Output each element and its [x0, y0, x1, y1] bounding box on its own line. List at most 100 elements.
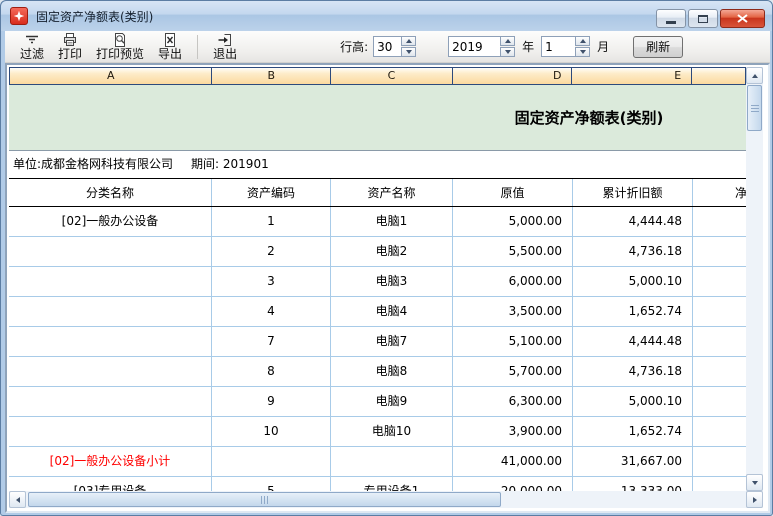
header-category[interactable]: 分类名称: [9, 179, 212, 206]
cell-asset-code[interactable]: 10: [212, 417, 331, 446]
cell-original-value[interactable]: 5,100.00: [453, 327, 573, 356]
title-bar[interactable]: 固定资产净额表(类别): [1, 1, 773, 31]
cell-category[interactable]: [9, 387, 212, 416]
cell-net-value[interactable]: [693, 447, 746, 476]
cell-accumulated-depreciation[interactable]: 1,652.74: [573, 417, 693, 446]
vertical-scroll-thumb[interactable]: [747, 85, 762, 131]
month-down-button[interactable]: [575, 47, 590, 57]
cell-original-value[interactable]: 5,000.00: [453, 207, 573, 236]
horizontal-scrollbar[interactable]: [9, 491, 763, 508]
column-header-a[interactable]: A: [10, 68, 212, 84]
scroll-down-button[interactable]: [746, 474, 763, 491]
cell-category[interactable]: [9, 237, 212, 266]
cell-accumulated-depreciation[interactable]: 5,000.10: [573, 267, 693, 296]
cell-asset-name[interactable]: 专用设备1: [331, 477, 453, 491]
cell-asset-code[interactable]: 9: [212, 387, 331, 416]
cell-asset-code[interactable]: 2: [212, 237, 331, 266]
cell-original-value[interactable]: 5,700.00: [453, 357, 573, 386]
column-header-d[interactable]: D: [453, 68, 573, 84]
close-button[interactable]: [720, 9, 765, 28]
cell-original-value[interactable]: 41,000.00: [453, 447, 573, 476]
cell-category[interactable]: [9, 267, 212, 296]
row-height-input[interactable]: [373, 36, 401, 57]
print-preview-button[interactable]: 打印预览: [89, 31, 151, 62]
export-button[interactable]: 导出: [151, 31, 189, 62]
cell-accumulated-depreciation[interactable]: 31,667.00: [573, 447, 693, 476]
cell-asset-name[interactable]: 电脑3: [331, 267, 453, 296]
cell-asset-name[interactable]: 电脑1: [331, 207, 453, 236]
minimize-button[interactable]: [656, 9, 686, 28]
month-input[interactable]: [541, 36, 575, 57]
scroll-up-button[interactable]: [746, 67, 763, 84]
column-header-e[interactable]: E: [572, 68, 692, 84]
year-down-button[interactable]: [500, 47, 515, 57]
row-height-down-button[interactable]: [401, 47, 416, 57]
cell-category[interactable]: [02]一般办公设备: [9, 207, 212, 236]
vertical-scrollbar[interactable]: [746, 67, 763, 491]
cell-net-value[interactable]: [693, 387, 746, 416]
cell-asset-code[interactable]: 7: [212, 327, 331, 356]
scroll-left-button[interactable]: [9, 491, 26, 508]
cell-net-value[interactable]: [693, 237, 746, 266]
cell-asset-name[interactable]: 电脑4: [331, 297, 453, 326]
header-net-value[interactable]: 净: [693, 179, 746, 206]
cell-asset-code[interactable]: [212, 447, 331, 476]
cell-original-value[interactable]: 3,500.00: [453, 297, 573, 326]
cell-original-value[interactable]: 20,000.00: [453, 477, 573, 491]
header-asset-name[interactable]: 资产名称: [331, 179, 453, 206]
app-icon[interactable]: [10, 7, 28, 25]
cell-original-value[interactable]: 3,900.00: [453, 417, 573, 446]
cell-original-value[interactable]: 6,300.00: [453, 387, 573, 416]
cell-net-value[interactable]: [693, 267, 746, 296]
cell-asset-code[interactable]: 8: [212, 357, 331, 386]
cell-accumulated-depreciation[interactable]: 4,736.18: [573, 357, 693, 386]
cell-category-subtotal[interactable]: [02]一般办公设备小计: [9, 447, 212, 476]
filter-button[interactable]: 过滤: [13, 31, 51, 62]
cell-category[interactable]: [03]专用设备: [9, 477, 212, 491]
cell-category[interactable]: [9, 357, 212, 386]
cell-asset-name[interactable]: 电脑8: [331, 357, 453, 386]
cell-net-value[interactable]: [693, 327, 746, 356]
cell-original-value[interactable]: 5,500.00: [453, 237, 573, 266]
cell-asset-code[interactable]: 3: [212, 267, 331, 296]
cell-category[interactable]: [9, 327, 212, 356]
header-original-value[interactable]: 原值: [453, 179, 573, 206]
scroll-right-button[interactable]: [746, 491, 763, 508]
cell-asset-name[interactable]: 电脑10: [331, 417, 453, 446]
print-button[interactable]: 打印: [51, 31, 89, 62]
column-header-b[interactable]: B: [212, 68, 331, 84]
cell-category[interactable]: [9, 297, 212, 326]
cell-net-value[interactable]: [693, 417, 746, 446]
cell-asset-name[interactable]: [331, 447, 453, 476]
header-asset-code[interactable]: 资产编码: [212, 179, 331, 206]
cell-original-value[interactable]: 6,000.00: [453, 267, 573, 296]
cell-accumulated-depreciation[interactable]: 4,444.48: [573, 327, 693, 356]
refresh-button[interactable]: 刷新: [633, 36, 683, 58]
cell-net-value[interactable]: [693, 297, 746, 326]
month-up-button[interactable]: [575, 36, 590, 46]
column-header-f[interactable]: [692, 68, 745, 84]
cell-accumulated-depreciation[interactable]: 4,444.48: [573, 207, 693, 236]
cell-asset-name[interactable]: 电脑2: [331, 237, 453, 266]
exit-button[interactable]: 退出: [206, 31, 244, 62]
cell-category[interactable]: [9, 417, 212, 446]
cell-accumulated-depreciation[interactable]: 1,652.74: [573, 297, 693, 326]
cell-accumulated-depreciation[interactable]: 13,333.00: [573, 477, 693, 491]
row-height-up-button[interactable]: [401, 36, 416, 46]
cell-accumulated-depreciation[interactable]: 4,736.18: [573, 237, 693, 266]
horizontal-scroll-thumb[interactable]: [28, 492, 501, 507]
cell-asset-code[interactable]: 5: [212, 477, 331, 491]
cell-asset-code[interactable]: 1: [212, 207, 331, 236]
cell-accumulated-depreciation[interactable]: 5,000.10: [573, 387, 693, 416]
header-accumulated-depreciation[interactable]: 累计折旧额: [573, 179, 693, 206]
cell-net-value[interactable]: [693, 207, 746, 236]
cell-net-value[interactable]: [693, 357, 746, 386]
maximize-button[interactable]: [688, 9, 718, 28]
cell-net-value[interactable]: [693, 477, 746, 491]
cell-asset-code[interactable]: 4: [212, 297, 331, 326]
cell-asset-name[interactable]: 电脑9: [331, 387, 453, 416]
year-input[interactable]: [448, 36, 500, 57]
cell-asset-name[interactable]: 电脑7: [331, 327, 453, 356]
year-up-button[interactable]: [500, 36, 515, 46]
column-header-c[interactable]: C: [331, 68, 453, 84]
